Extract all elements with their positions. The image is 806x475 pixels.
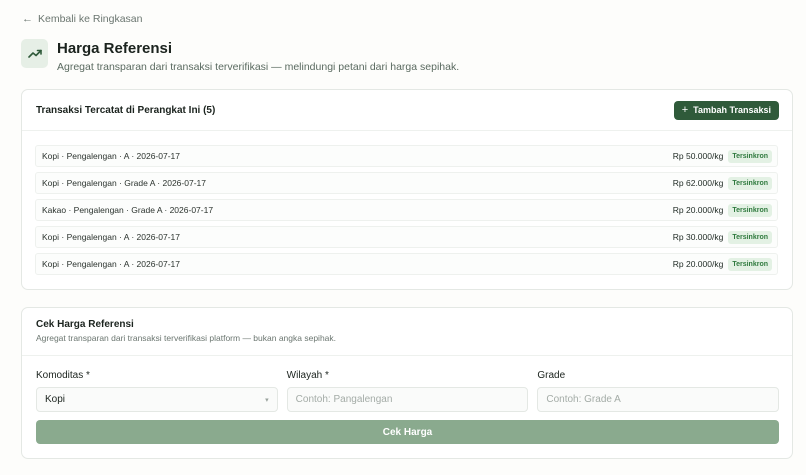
- transaction-desc: Kopi · Pengalengan · A · 2026-07-17: [42, 151, 180, 161]
- transaction-price: Rp 30.000/kg: [672, 232, 724, 242]
- add-transaction-label: Tambah Transaksi: [693, 105, 771, 115]
- sync-status-badge: Tersinkron: [728, 176, 772, 190]
- trending-up-icon: [21, 39, 48, 68]
- commodity-select[interactable]: Kopi ▾: [36, 387, 278, 412]
- check-price-title: Cek Harga Referensi: [36, 319, 134, 330]
- transaction-desc: Kopi · Pengalengan · Grade A · 2026-07-1…: [42, 178, 206, 188]
- transaction-price: Rp 62.000/kg: [672, 178, 724, 188]
- region-input[interactable]: [295, 394, 520, 405]
- region-label: Wilayah *: [286, 370, 329, 381]
- plus-icon: +: [681, 104, 689, 116]
- check-price-subtitle: Agregat transparan dari transaksi terver…: [36, 333, 337, 343]
- transaction-row: Kopi · Pengalengan · A · 2026-07-17 Rp 2…: [35, 253, 778, 275]
- sync-status-badge: Tersinkron: [728, 149, 772, 163]
- commodity-value: Kopi: [45, 394, 66, 405]
- grade-label: Grade: [537, 370, 566, 381]
- transaction-row: Kakao · Pengalengan · Grade A · 2026-07-…: [35, 199, 778, 221]
- transaction-price: Rp 50.000/kg: [672, 151, 724, 161]
- arrow-left-icon: ←: [22, 13, 33, 25]
- page-subtitle: Agregat transparan dari transaksi terver…: [57, 61, 460, 73]
- sync-status-badge: Tersinkron: [728, 203, 772, 217]
- transaction-row: Kopi · Pengalengan · A · 2026-07-17 Rp 3…: [35, 226, 778, 248]
- transaction-row: Kopi · Pengalengan · A · 2026-07-17 Rp 5…: [35, 145, 778, 167]
- transactions-card: Transaksi Tercatat di Perangkat Ini (5) …: [21, 89, 793, 290]
- transaction-desc: Kopi · Pengalengan · A · 2026-07-17: [42, 259, 180, 269]
- back-link[interactable]: ← Kembali ke Ringkasan: [22, 13, 142, 25]
- page-header: Harga Referensi Agregat transparan dari …: [21, 39, 459, 73]
- chevron-down-icon: ▾: [265, 396, 269, 404]
- back-link-label: Kembali ke Ringkasan: [38, 13, 143, 25]
- sync-status-badge: Tersinkron: [728, 230, 772, 244]
- transaction-desc: Kakao · Pengalengan · Grade A · 2026-07-…: [42, 205, 214, 215]
- transaction-row: Kopi · Pengalengan · Grade A · 2026-07-1…: [35, 172, 778, 194]
- transaction-price: Rp 20.000/kg: [672, 205, 724, 215]
- grade-input[interactable]: [546, 394, 771, 405]
- check-price-button[interactable]: Cek Harga: [36, 420, 779, 444]
- commodity-label: Komoditas *: [36, 370, 90, 381]
- transaction-price: Rp 20.000/kg: [672, 259, 724, 269]
- add-transaction-button[interactable]: + Tambah Transaksi: [673, 100, 779, 120]
- check-price-card: Cek Harga Referensi Agregat transparan d…: [21, 307, 793, 459]
- transaction-desc: Kopi · Pengalengan · A · 2026-07-17: [42, 232, 180, 242]
- check-price-form: Komoditas * Kopi ▾ Wilayah * Grade: [36, 370, 780, 412]
- page-title: Harga Referensi: [57, 40, 173, 57]
- transactions-title: Transaksi Tercatat di Perangkat Ini (5): [36, 104, 216, 116]
- sync-status-badge: Tersinkron: [728, 257, 772, 271]
- transaction-list: Kopi · Pengalengan · A · 2026-07-17 Rp 5…: [22, 131, 792, 275]
